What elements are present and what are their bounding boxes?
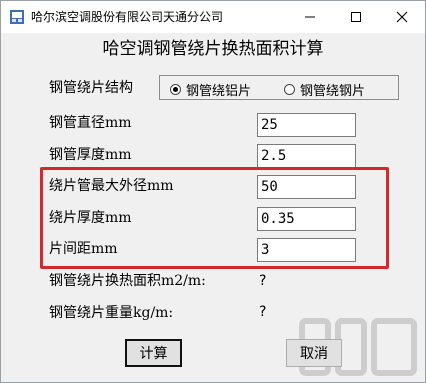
maximize-button[interactable] [333, 1, 379, 33]
pipe-diameter-label: 钢管直径mm [49, 115, 132, 131]
structure-label: 钢管绕片结构 [49, 80, 133, 96]
radio-unchecked-icon [284, 83, 295, 95]
app-icon [10, 10, 24, 24]
fin-outer-diameter-label: 绕片管最大外径mm [49, 178, 174, 194]
minimize-icon [305, 16, 315, 18]
radio-checked-icon [170, 83, 181, 95]
radio-steel-fin[interactable]: 钢管绕钢片 [284, 81, 366, 99]
structure-radio-group: 钢管绕铝片 钢管绕钢片 [159, 75, 399, 100]
cancel-button[interactable]: 取消 [286, 339, 342, 367]
radio-steel-fin-label: 钢管绕钢片 [300, 83, 366, 99]
pipe-thickness-input[interactable]: 2.5 [257, 144, 356, 168]
fin-outer-diameter-input[interactable]: 50 [257, 175, 356, 199]
area-result-label: 钢管绕片换热面积m2/m: [49, 273, 206, 289]
pipe-diameter-input[interactable]: 25 [257, 113, 356, 137]
minimize-button[interactable] [287, 1, 333, 33]
fin-spacing-label: 片间距mm [49, 241, 118, 257]
fin-spacing-input[interactable]: 3 [257, 238, 356, 262]
radio-aluminum-fin-label: 钢管绕铝片 [186, 83, 252, 99]
weight-result-label: 钢管绕片重量kg/m: [49, 305, 174, 321]
close-button[interactable] [379, 1, 425, 33]
radio-aluminum-fin[interactable]: 钢管绕铝片 [170, 81, 252, 99]
weight-result-value: ? [259, 304, 267, 320]
close-icon [396, 11, 408, 23]
window-title: 哈尔滨空调股份有限公司天通分公司 [31, 10, 224, 24]
pipe-thickness-label: 钢管厚度mm [49, 147, 132, 163]
title-bar[interactable]: 哈尔滨空调股份有限公司天通分公司 [1, 1, 425, 33]
area-result-value: ? [259, 273, 267, 289]
page-heading: 哈空调钢管绕片换热面积计算 [102, 39, 324, 59]
fin-thickness-input[interactable]: 0.35 [257, 207, 356, 231]
fin-thickness-label: 绕片厚度mm [49, 210, 132, 226]
calculate-button[interactable]: 计算 [125, 339, 182, 367]
maximize-icon [351, 12, 361, 22]
app-window: 哈尔滨空调股份有限公司天通分公司 哈空调钢管绕片换热面积计算 钢管绕片结构 钢管… [0, 0, 426, 383]
